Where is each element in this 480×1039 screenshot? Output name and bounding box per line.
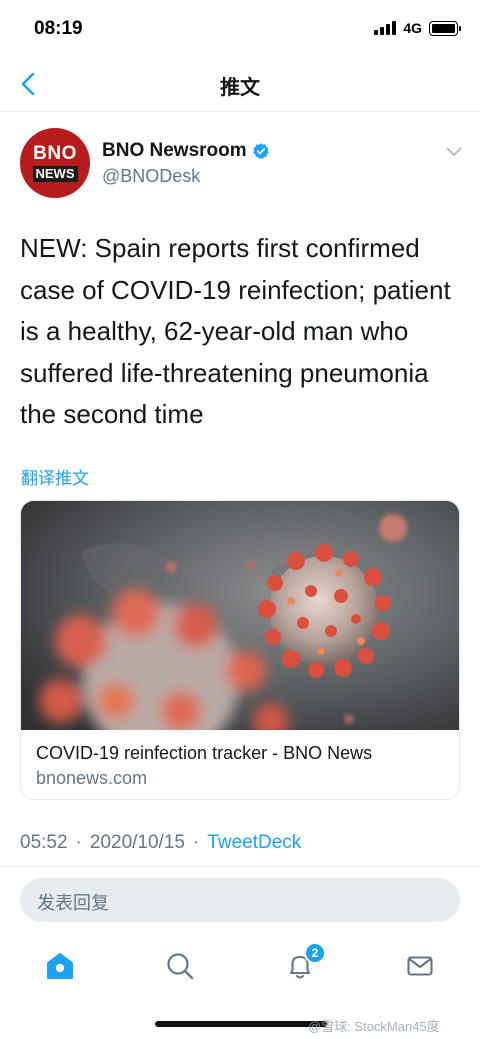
card-title: COVID-19 reinfection tracker - BNO News (36, 743, 373, 763)
card-domain: bnonews.com (36, 768, 148, 788)
tab-search[interactable] (162, 948, 198, 984)
reply-input[interactable]: 发表回复 (20, 878, 460, 922)
translate-tweet-link[interactable]: 翻译推文 (21, 464, 89, 489)
battery-icon (429, 20, 461, 36)
coronavirus-image (21, 501, 459, 730)
author-name: BNO Newsroom (102, 140, 247, 161)
tweet-source-link[interactable]: TweetDeck (207, 832, 301, 854)
home-icon (47, 953, 73, 979)
search-icon (167, 953, 194, 980)
card-image (21, 501, 459, 730)
avatar-logo-bottom: NEWS (32, 166, 78, 182)
author-name-row[interactable]: BNO Newsroom (102, 140, 270, 162)
reply-placeholder: 发表回复 (37, 893, 109, 913)
meta-separator: · (75, 832, 82, 853)
tweet-text: NEW: Spain reports first confirmed case … (20, 233, 451, 429)
mail-icon (407, 956, 433, 976)
watermark: @雪球: StockMan45度 (308, 1019, 440, 1034)
status-indicators: 4G (374, 20, 461, 36)
tweet-time: 05:52 (20, 832, 68, 853)
tweet-author: BNO NEWS BNO Newsroom @BNODesk (20, 128, 466, 200)
avatar-logo-top: BNO (33, 143, 77, 164)
chevron-down-icon (446, 147, 462, 156)
network-type: 4G (403, 20, 422, 36)
author-handle[interactable]: @BNODesk (102, 166, 200, 187)
signal-icon (374, 21, 397, 35)
meta-separator: · (192, 832, 200, 853)
tab-bar: 2 (0, 936, 480, 996)
page-title: 推文 (220, 77, 260, 99)
divider (0, 866, 480, 867)
avatar[interactable]: BNO NEWS (20, 128, 90, 198)
status-bar: 08:19 4G (0, 0, 480, 56)
link-card[interactable]: COVID-19 reinfection tracker - BNO News … (20, 500, 460, 800)
verified-badge-icon (252, 143, 269, 160)
tab-messages[interactable] (402, 948, 438, 984)
tab-notifications[interactable]: 2 (282, 942, 326, 984)
notifications-badge: 2 (304, 942, 326, 964)
tweet-date: 2020/10/15 (89, 832, 185, 853)
tweet-meta: 05:52 · 2020/10/15 · TweetDeck (20, 832, 301, 854)
home-indicator (155, 1021, 327, 1027)
nav-header: 推文 (0, 56, 480, 112)
tab-home[interactable] (42, 948, 78, 984)
tweet-options-button[interactable] (442, 140, 466, 164)
status-time: 08:19 (34, 18, 83, 39)
